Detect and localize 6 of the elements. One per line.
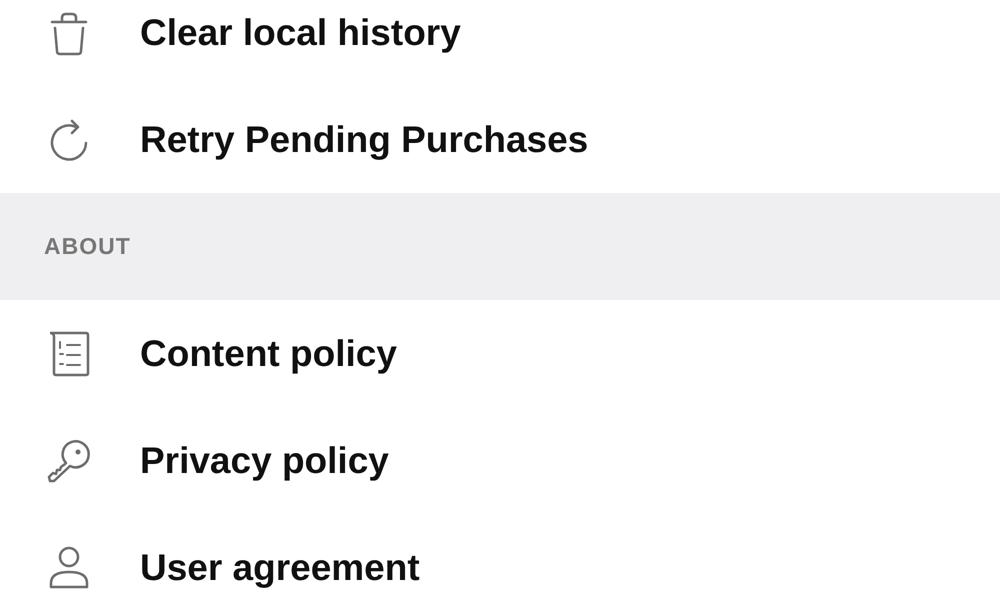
menu-item[interactable]: Content policy [140, 332, 397, 374]
section-header: ABOUT [44, 233, 131, 260]
menu-item[interactable]: User agreement [140, 546, 420, 588]
menu-item[interactable]: Retry Pending Purchases [140, 118, 588, 160]
menu-item[interactable]: Clear local history [140, 12, 461, 54]
menu-item[interactable]: Privacy policy [140, 440, 389, 482]
